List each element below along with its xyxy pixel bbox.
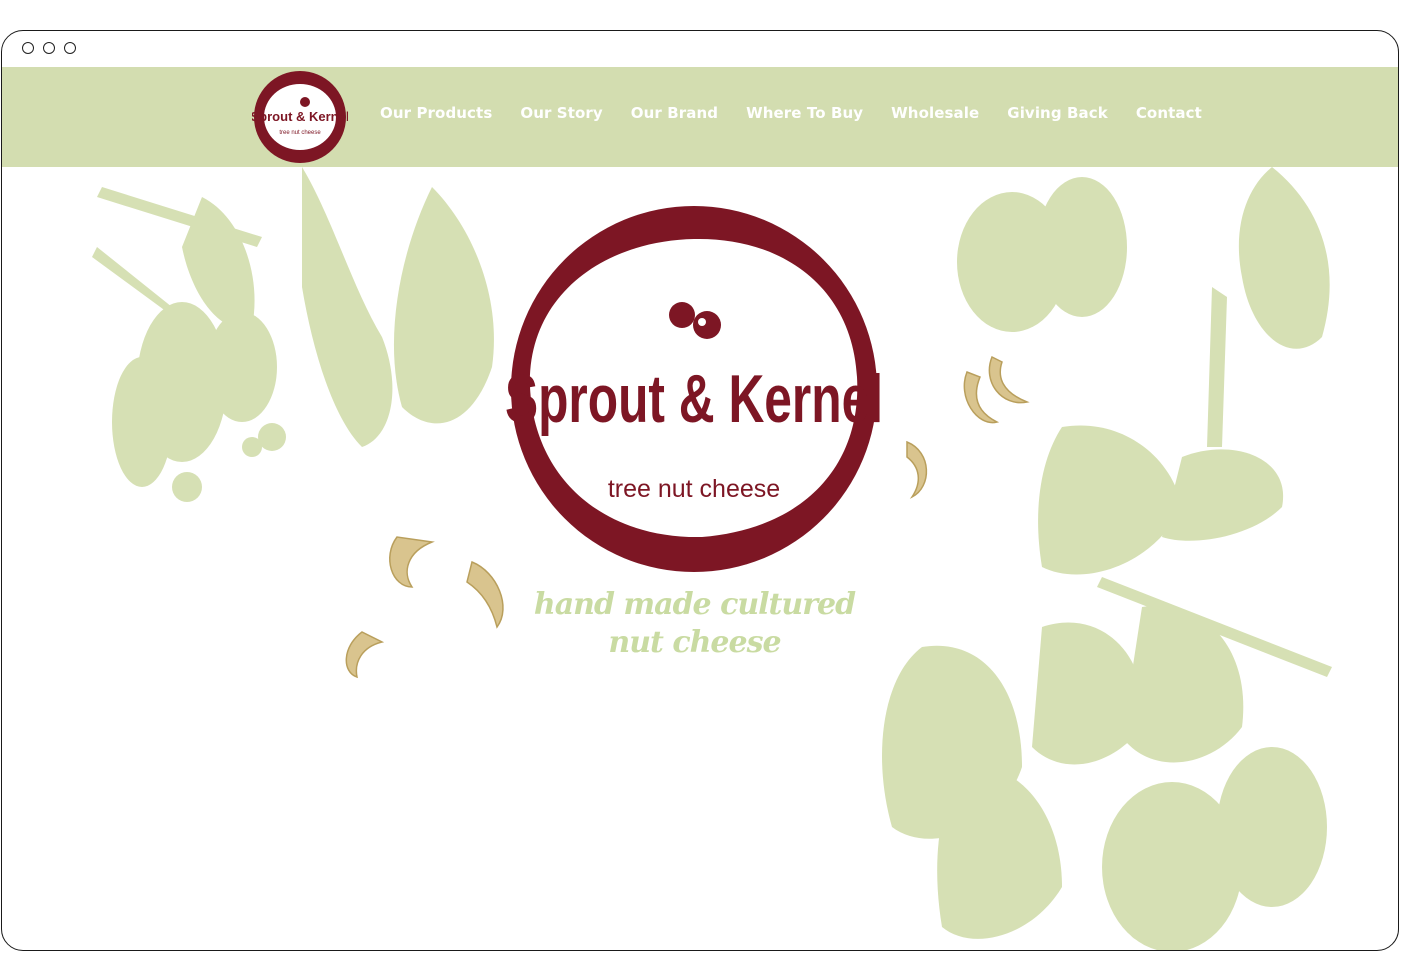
kernel-logo-icon <box>669 302 695 328</box>
cashew-branch-right-illustration <box>882 167 1332 950</box>
header-logo-subtitle: tree nut cheese <box>279 130 321 136</box>
nav-where-to-buy[interactable]: Where To Buy <box>746 104 863 122</box>
hero-logo-emblem: Sprout & Kernel tree nut cheese <box>505 206 883 572</box>
close-window-button[interactable] <box>22 42 34 54</box>
nav-wholesale[interactable]: Wholesale <box>891 104 979 122</box>
nav-our-story[interactable]: Our Story <box>520 104 602 122</box>
browser-window: Sprout & Kernel tree nut cheese Our Prod… <box>1 30 1399 951</box>
header-logo-name: Sprout & Kernel <box>252 109 348 124</box>
tagline-line-1: hand made cultured <box>533 587 856 622</box>
cashew-branch-left-illustration <box>92 167 494 502</box>
hero-logo-name: Sprout & Kernel <box>505 360 883 436</box>
nav-our-brand[interactable]: Our Brand <box>631 104 718 122</box>
site-header: Sprout & Kernel tree nut cheese Our Prod… <box>2 67 1398 167</box>
hero-section: Sprout & Kernel tree nut cheese hand mad… <box>2 167 1398 950</box>
header-logo[interactable]: Sprout & Kernel tree nut cheese <box>252 69 348 165</box>
window-controls <box>22 42 76 54</box>
hero-illustration: Sprout & Kernel tree nut cheese <box>92 167 1332 950</box>
nav-contact[interactable]: Contact <box>1136 104 1202 122</box>
maximize-window-button[interactable] <box>64 42 76 54</box>
tagline-line-2: nut cheese <box>608 625 781 660</box>
hero-logo-subtitle: tree nut cheese <box>608 475 780 503</box>
nav-our-products[interactable]: Our Products <box>380 104 492 122</box>
kernel-logo-icon <box>300 97 310 107</box>
hero-tagline: hand made cultured nut cheese <box>522 586 867 662</box>
minimize-window-button[interactable] <box>43 42 55 54</box>
nav-giving-back[interactable]: Giving Back <box>1007 104 1108 122</box>
main-nav: Our Products Our Story Our Brand Where T… <box>380 104 1230 122</box>
